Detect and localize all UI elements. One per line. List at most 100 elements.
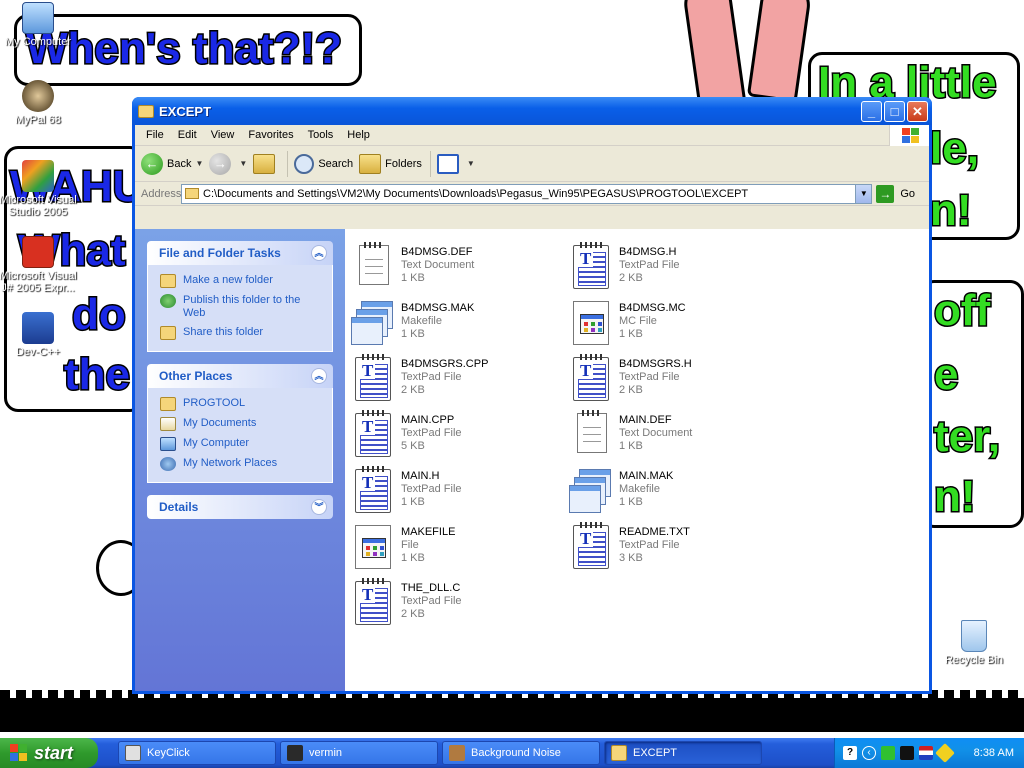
file-item[interactable]: T B4DMSGRS.CPP TextPad File 2 KB [351, 354, 561, 407]
file-size: 1 KB [401, 496, 425, 508]
desktop-icon-visual-jsharp[interactable]: Microsoft Visual J# 2005 Expr... [0, 236, 78, 294]
chevron-down-icon[interactable]: ▼ [195, 159, 203, 168]
file-size: 5 KB [401, 440, 425, 452]
file-item[interactable]: T MAIN.CPP TextPad File 5 KB [351, 410, 561, 463]
file-size: 2 KB [401, 384, 425, 396]
taskbar-button-vermin[interactable]: vermin [280, 741, 438, 765]
file-size: 2 KB [619, 384, 643, 396]
my-documents-icon [160, 417, 176, 431]
task-publish-web[interactable]: Publish this folder to the Web [160, 291, 322, 323]
menu-help[interactable]: Help [340, 129, 377, 141]
file-item[interactable]: MAIN.DEF Text Document 1 KB [569, 410, 779, 463]
folders-button[interactable]: Folders [359, 153, 422, 174]
forward-button[interactable]: → ▼ [209, 152, 247, 175]
black-status-icon[interactable] [900, 746, 914, 760]
desktop-icon-recycle-bin[interactable]: Recycle Bin [934, 620, 1014, 666]
desktop-icon-dev-cpp[interactable]: Dev-C++ [0, 312, 78, 358]
title-bar[interactable]: EXCEPT _ □ ✕ [132, 97, 932, 125]
collapse-icon[interactable]: ︽ [311, 368, 327, 384]
menu-file[interactable]: File [139, 129, 171, 141]
chevron-down-icon[interactable]: ▼ [855, 184, 872, 203]
file-item[interactable]: B4DMSG.DEF Text Document 1 KB [351, 242, 561, 295]
views-icon [436, 153, 459, 174]
place-progtool[interactable]: PROGTOOL [160, 394, 322, 414]
green-status-icon[interactable] [881, 746, 895, 760]
place-my-network-places[interactable]: My Network Places [160, 454, 322, 474]
search-label: Search [318, 157, 354, 170]
address-path: C:\Documents and Settings\VM2\My Documen… [203, 187, 749, 200]
start-button[interactable]: start [0, 738, 98, 768]
my-computer-icon [22, 2, 54, 34]
speech-text-left-3: do [71, 289, 128, 341]
flag-tray-icon[interactable] [919, 746, 933, 760]
file-item[interactable]: MAKEFILE File 1 KB [351, 523, 561, 575]
file-item[interactable]: T B4DMSG.H TextPad File 2 KB [569, 242, 779, 295]
back-button[interactable]: ← Back ▼ [141, 152, 203, 175]
makefile-icon [351, 299, 395, 347]
generic-file-icon [569, 299, 613, 347]
chevron-down-icon[interactable]: ▼ [239, 159, 247, 168]
address-input[interactable]: C:\Documents and Settings\VM2\My Documen… [181, 183, 873, 204]
file-meta: B4DMSG.H TextPad File 2 KB [619, 243, 680, 295]
collapse-icon[interactable]: ︽ [311, 245, 327, 261]
file-item[interactable]: T README.TXT TextPad File 3 KB [569, 522, 779, 575]
minimize-button[interactable]: _ [861, 100, 882, 122]
generic-file-icon [351, 523, 395, 571]
tray-chevron-icon[interactable]: ‹ [862, 746, 876, 760]
menu-favorites[interactable]: Favorites [241, 129, 300, 141]
file-meta: MAIN.CPP TextPad File 5 KB [401, 411, 462, 463]
folders-label: Folders [385, 157, 422, 170]
other-places-panel: Other Places ︽ PROGTOOL My Documents My … [147, 364, 333, 483]
file-size: 3 KB [619, 552, 643, 564]
chevron-down-icon[interactable]: ▼ [467, 159, 475, 168]
maximize-button[interactable]: □ [884, 100, 905, 122]
file-size: 1 KB [401, 272, 425, 284]
menu-tools[interactable]: Tools [301, 129, 341, 141]
panel-header[interactable]: Other Places ︽ [147, 364, 333, 388]
file-item[interactable]: T THE_DLL.C TextPad File 2 KB [351, 578, 561, 631]
file-item[interactable]: MAIN.MAK Makefile 1 KB [569, 467, 779, 519]
makefile-icon [569, 467, 613, 515]
toolbar-separator [287, 150, 289, 177]
desktop-icon-my-computer[interactable]: My Computer [0, 2, 78, 48]
file-size: 1 KB [619, 440, 643, 452]
file-size: 1 KB [619, 328, 643, 340]
toolbar: ← Back ▼ → ▼ Search Folders ▼ [135, 146, 929, 182]
yellow-tray-icon[interactable] [935, 743, 955, 763]
place-my-computer[interactable]: My Computer [160, 434, 322, 454]
file-name: B4DMSGRS.H [619, 358, 692, 370]
file-item[interactable]: B4DMSG.MC MC File 1 KB [569, 299, 779, 351]
taskbar-button-background-noise[interactable]: Background Noise [442, 741, 600, 765]
search-button[interactable]: Search [294, 153, 354, 174]
panel-header[interactable]: Details ︾ [147, 495, 333, 519]
file-item[interactable]: T B4DMSGRS.H TextPad File 2 KB [569, 354, 779, 407]
desktop-icon-visual-studio[interactable]: Microsoft Visual Studio 2005 [0, 160, 78, 218]
clock: 8:38 AM [973, 747, 1014, 759]
up-folder-button[interactable] [253, 153, 279, 174]
menu-view[interactable]: View [204, 129, 242, 141]
file-name: B4DMSG.H [619, 246, 677, 258]
taskbar-button-keyclick[interactable]: KeyClick [118, 741, 276, 765]
menu-edit[interactable]: Edit [171, 129, 204, 141]
close-button[interactable]: ✕ [907, 100, 928, 122]
task-make-new-folder[interactable]: Make a new folder [160, 271, 322, 291]
taskbar-button-except[interactable]: EXCEPT [604, 741, 762, 765]
desktop-icon-label: Microsoft Visual Studio 2005 [0, 194, 77, 218]
expand-icon[interactable]: ︾ [311, 499, 327, 515]
help-icon[interactable]: ? [843, 746, 857, 760]
file-item[interactable]: T MAIN.H TextPad File 1 KB [351, 466, 561, 519]
panel-header[interactable]: File and Folder Tasks ︽ [147, 241, 333, 265]
file-item[interactable]: B4DMSG.MAK Makefile 1 KB [351, 299, 561, 351]
go-button[interactable]: → Go [876, 184, 915, 203]
file-type: TextPad File [401, 595, 462, 607]
desktop-icon-label: My Computer [4, 36, 72, 48]
desktop-icon-mypal[interactable]: MyPal 68 [0, 80, 78, 126]
publish-web-icon [160, 294, 176, 308]
taskbar-button-label: EXCEPT [633, 747, 678, 759]
place-label: My Network Places [183, 457, 278, 469]
place-my-documents[interactable]: My Documents [160, 414, 322, 434]
views-button[interactable]: ▼ [436, 153, 475, 174]
file-type: TextPad File [619, 371, 680, 383]
panel-body: Make a new folder Publish this folder to… [147, 265, 333, 352]
task-share-folder[interactable]: Share this folder [160, 323, 322, 343]
